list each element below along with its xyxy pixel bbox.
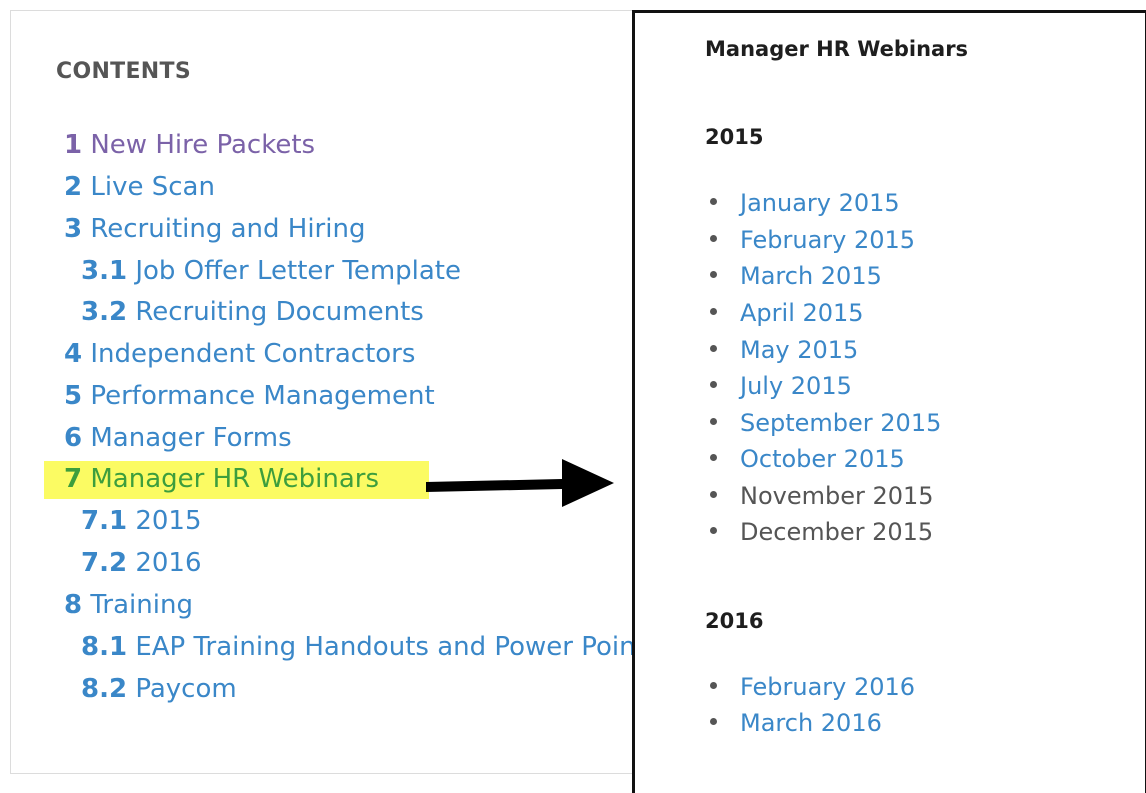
month-label: May 2015 (740, 336, 859, 364)
toc-item-number: 3.2 (81, 297, 128, 327)
toc-item-label: Recruiting Documents (135, 297, 424, 327)
bullet-icon (710, 271, 717, 278)
bullet-icon (710, 527, 717, 534)
toc-item-label: Independent Contractors (90, 339, 416, 369)
toc-item-number: 1 (64, 130, 83, 160)
month-link-march-2016[interactable]: March 2016 (710, 708, 882, 738)
toc-item-label: Live Scan (90, 172, 215, 202)
month-label: December 2015 (740, 518, 934, 546)
bullet-icon (710, 381, 717, 388)
bullet-icon (710, 345, 717, 352)
toc-item-2015[interactable]: 7.1 2015 (81, 505, 202, 537)
toc-item-manager-hr-webinars[interactable]: 7 Manager HR Webinars (44, 461, 430, 499)
month-link-may-2015[interactable]: May 2015 (710, 335, 859, 365)
month-label: October 2015 (740, 445, 905, 473)
bullet-icon (710, 308, 717, 315)
bullet-icon (710, 718, 717, 725)
panel-title: Manager HR Webinars (705, 37, 969, 61)
month-label: January 2015 (740, 189, 900, 217)
table-of-contents: CONTENTS 1 New Hire Packets 2 Live Scan … (10, 10, 652, 774)
year-heading-2016: 2016 (705, 609, 764, 633)
toc-item-performance-management[interactable]: 5 Performance Management (64, 380, 435, 412)
toc-item-number: 3 (64, 214, 83, 244)
toc-item-label: Manager HR Webinars (90, 464, 380, 494)
toc-item-new-hire-packets[interactable]: 1 New Hire Packets (64, 129, 315, 161)
toc-item-label: Recruiting and Hiring (90, 214, 366, 244)
toc-item-label: Job Offer Letter Template (135, 256, 462, 286)
month-label: February 2015 (740, 226, 916, 254)
toc-item-number: 3.1 (81, 256, 128, 286)
month-link-october-2015[interactable]: October 2015 (710, 444, 905, 474)
month-item-november-2015: November 2015 (710, 481, 934, 511)
toc-item-number: 8 (64, 590, 83, 620)
webinars-panel: Manager HR Webinars 2015 January 2015 Fe… (632, 10, 1146, 793)
bullet-icon (710, 682, 717, 689)
toc-item-label: EAP Training Handouts and Power Points (135, 632, 652, 662)
month-label: November 2015 (740, 482, 934, 510)
toc-item-label: Manager Forms (90, 423, 292, 453)
toc-item-number: 8.1 (81, 632, 128, 662)
toc-item-label: New Hire Packets (90, 130, 316, 160)
month-item-december-2015: December 2015 (710, 517, 934, 547)
toc-item-label: 2015 (135, 506, 202, 536)
year-heading-2015: 2015 (705, 125, 764, 149)
bullet-icon (710, 235, 717, 242)
toc-item-label: Paycom (135, 674, 237, 704)
toc-item-number: 7.2 (81, 548, 128, 578)
toc-item-independent-contractors[interactable]: 4 Independent Contractors (64, 338, 415, 370)
toc-item-recruiting-and-hiring[interactable]: 3 Recruiting and Hiring (64, 213, 365, 245)
month-label: April 2015 (740, 299, 864, 327)
toc-item-label: 2016 (135, 548, 202, 578)
month-label: September 2015 (740, 409, 942, 437)
month-link-september-2015[interactable]: September 2015 (710, 408, 942, 438)
toc-item-recruiting-documents[interactable]: 3.2 Recruiting Documents (81, 296, 424, 328)
month-label: July 2015 (740, 372, 852, 400)
toc-item-eap-training-handouts[interactable]: 8.1 EAP Training Handouts and Power Poin… (81, 631, 652, 663)
month-link-march-2015[interactable]: March 2015 (710, 261, 882, 291)
bullet-icon (710, 418, 717, 425)
toc-item-number: 8.2 (81, 674, 128, 704)
toc-item-number: 5 (64, 381, 83, 411)
toc-item-number: 7.1 (81, 506, 128, 536)
bullet-icon (710, 198, 717, 205)
toc-item-label: Performance Management (90, 381, 435, 411)
month-link-february-2016[interactable]: February 2016 (710, 672, 916, 702)
month-label: March 2015 (740, 262, 882, 290)
toc-item-number: 7 (64, 464, 83, 494)
right-arrow-icon (426, 459, 614, 507)
toc-item-label: Training (90, 590, 193, 620)
bullet-icon (710, 491, 717, 498)
bullet-icon (710, 454, 717, 461)
month-link-april-2015[interactable]: April 2015 (710, 298, 864, 328)
toc-item-2016[interactable]: 7.2 2016 (81, 547, 202, 579)
month-link-january-2015[interactable]: January 2015 (710, 188, 900, 218)
month-label: March 2016 (740, 709, 882, 737)
toc-item-live-scan[interactable]: 2 Live Scan (64, 171, 215, 203)
toc-item-job-offer-letter-template[interactable]: 3.1 Job Offer Letter Template (81, 255, 461, 287)
toc-item-paycom[interactable]: 8.2 Paycom (81, 673, 237, 705)
toc-item-number: 4 (64, 339, 83, 369)
month-link-july-2015[interactable]: July 2015 (710, 371, 852, 401)
month-link-february-2015[interactable]: February 2015 (710, 225, 916, 255)
toc-title: CONTENTS (56, 59, 191, 84)
toc-item-number: 6 (64, 423, 83, 453)
toc-item-training[interactable]: 8 Training (64, 589, 193, 621)
toc-item-manager-forms[interactable]: 6 Manager Forms (64, 422, 292, 454)
month-label: February 2016 (740, 673, 916, 701)
toc-item-number: 2 (64, 172, 83, 202)
